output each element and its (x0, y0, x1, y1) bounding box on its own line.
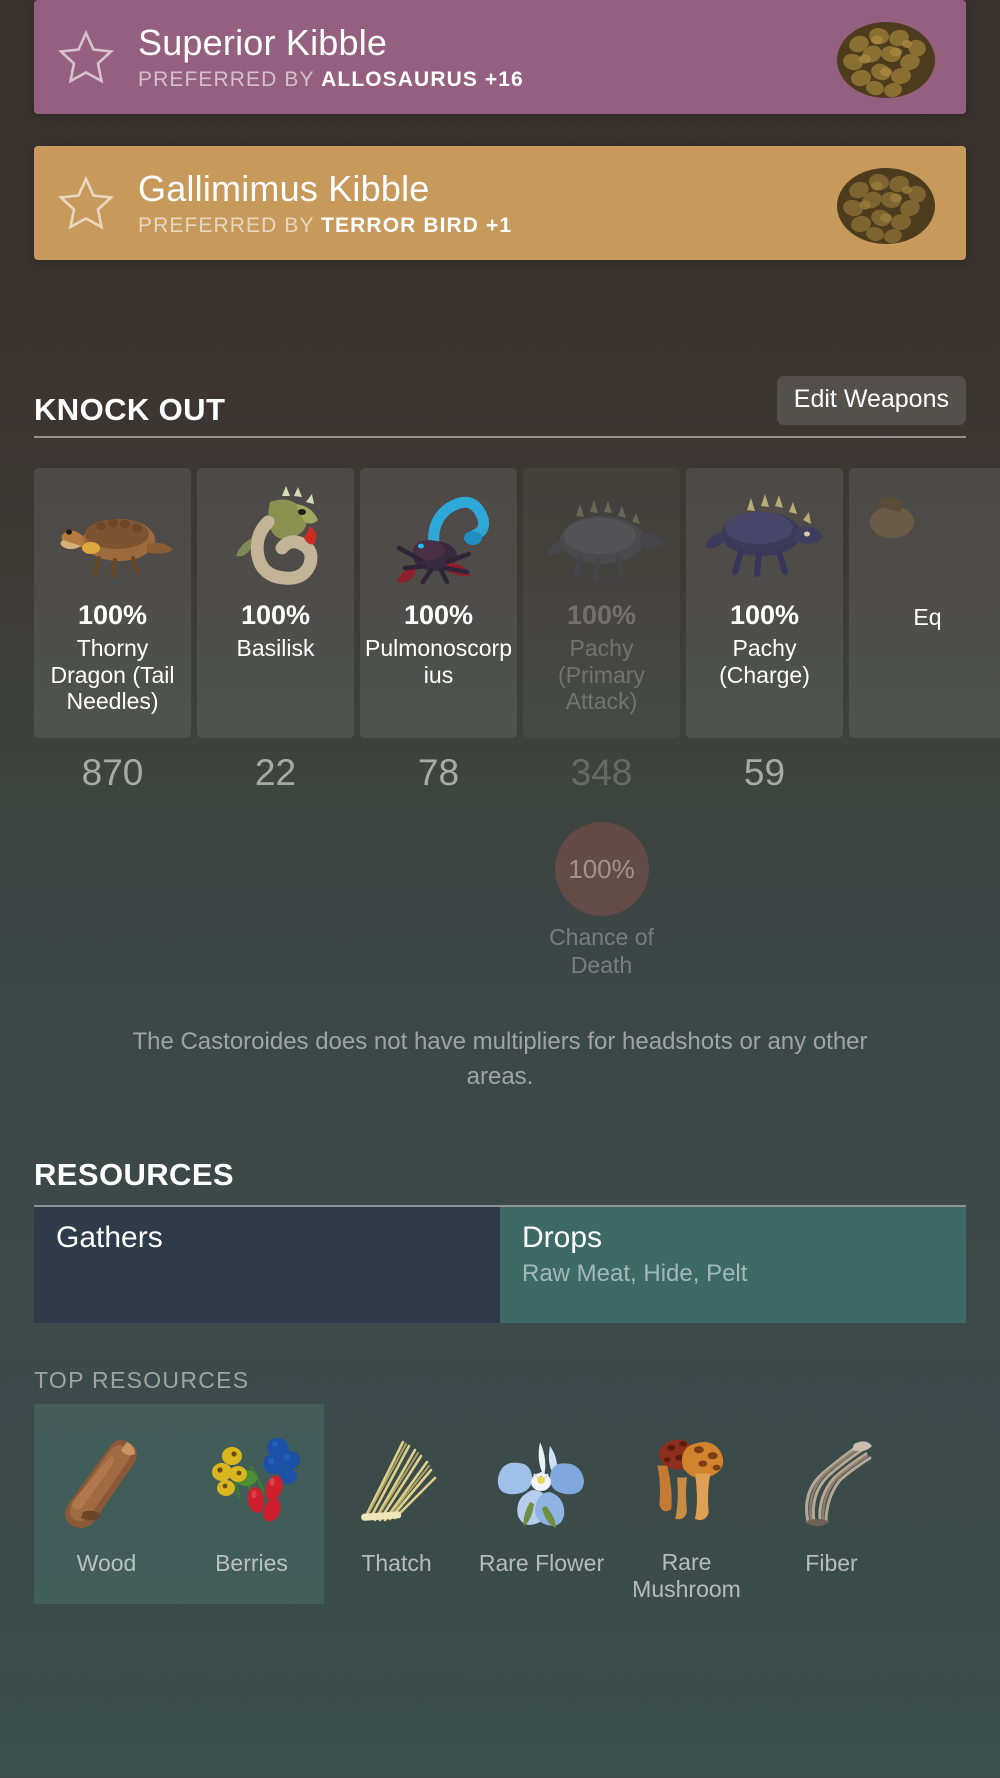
knockout-card[interactable]: 100% Pachy (Charge) (686, 468, 843, 738)
chance-of-death-slot: 100% Chance of Death (523, 822, 680, 979)
top-resource-name: Berries (215, 1549, 288, 1576)
tab-drops-items: Raw Meat, Hide, Pelt (522, 1259, 748, 1287)
tab-gathers[interactable]: Gathers (34, 1206, 500, 1323)
kibble-thumbnail (806, 160, 966, 246)
top-resource-item[interactable]: Rare Mushroom (614, 1404, 759, 1604)
chance-of-death-badge: 100% (554, 822, 649, 916)
knockout-count: 59 (743, 752, 786, 793)
favorite-toggle[interactable] (34, 175, 138, 231)
tab-drops[interactable]: Drops Raw Meat, Hide, Pelt (500, 1206, 966, 1323)
knockout-count: 870 (81, 752, 144, 793)
page-title: KNOCK OUT (34, 392, 226, 427)
knockout-card[interactable]: 100% Pachy (Primary Attack) (523, 468, 680, 738)
knockout-percent: 100% (729, 600, 800, 630)
star-outline-icon (57, 29, 115, 85)
knockout-header: KNOCK OUT Edit Weapons (34, 376, 966, 438)
basilisk-icon (235, 486, 318, 585)
death-slot-empty (849, 822, 1000, 979)
knockout-count-row: 870 22 78 348 59 (34, 752, 1000, 794)
knockout-name: Pachy (Primary Attack) (558, 635, 645, 715)
knockout-name: Pulmonoscorpius (364, 635, 513, 688)
top-resource-item[interactable]: Berries (179, 1403, 324, 1604)
preferred-by: TERROR BIRD +1 (321, 214, 513, 238)
top-resources-block: TOP RESOURCES Wood Berries Thatch Rare F… (34, 1367, 966, 1604)
knockout-count (849, 752, 1000, 794)
kibble-title: Gallimimus Kibble (138, 167, 430, 209)
knockout-count: 78 (417, 752, 460, 793)
chance-of-death-label: Chance of Death (549, 924, 654, 978)
berries-icon (211, 1437, 300, 1522)
tab-gathers-label: Gathers (56, 1220, 163, 1254)
equus-icon (869, 497, 914, 538)
edit-weapons-button[interactable]: Edit Weapons (776, 376, 966, 425)
kibble-icon (837, 22, 935, 98)
kibble-title: Superior Kibble (138, 21, 388, 63)
kibble-thumbnail (806, 14, 966, 100)
knockout-name: Thorny Dragon (Tail Needles) (50, 635, 175, 715)
resources-tabs[interactable]: Gathers Drops Raw Meat, Hide, Pelt (34, 1204, 966, 1323)
kibble-preferred-line: PREFERRED BY ALLOSAURUS +16 (138, 68, 806, 91)
knockout-name: Pachy (Charge) (719, 635, 810, 688)
death-slot-empty (34, 822, 191, 979)
preferred-prefix: PREFERRED BY (138, 68, 315, 92)
resources-section: RESOURCES Gathers Drops Raw Meat, Hide, … (0, 1157, 1000, 1604)
knockout-count: 348 (570, 752, 633, 793)
resources-title: RESOURCES (34, 1156, 234, 1192)
death-slot-empty (686, 822, 843, 979)
pulmonoscorpius-icon (396, 496, 489, 585)
knockout-card[interactable]: Eq (849, 468, 1000, 738)
pachy-charge-icon (704, 494, 823, 577)
kibble-card-list: Superior Kibble PREFERRED BY ALLOSAURUS … (0, 0, 1000, 260)
knockout-percent: 100% (77, 600, 148, 630)
knockout-card[interactable]: 100% Basilisk (197, 468, 354, 738)
knockout-card[interactable]: 100% Thorny Dragon (Tail Needles) (34, 468, 191, 738)
kibble-icon (837, 168, 935, 244)
knockout-section: KNOCK OUT Edit Weapons 100% Thorny Drago… (0, 376, 1000, 1095)
kibble-card-superior[interactable]: Superior Kibble PREFERRED BY ALLOSAURUS … (34, 0, 966, 114)
kibble-card-gallimimus[interactable]: Gallimimus Kibble PREFERRED BY TERROR BI… (34, 146, 966, 260)
knockout-name: Eq (913, 604, 942, 630)
pachy-icon (545, 500, 664, 580)
knockout-carousel[interactable]: 100% Thorny Dragon (Tail Needles) 100% B… (34, 468, 1000, 979)
star-outline-icon (57, 175, 115, 231)
thatch-icon (360, 1440, 436, 1522)
top-resource-item[interactable]: Fiber (759, 1404, 904, 1604)
knockout-percent: 100% (240, 600, 311, 630)
kibble-text-block: Superior Kibble PREFERRED BY ALLOSAURUS … (138, 23, 806, 92)
death-slot-empty (360, 822, 517, 979)
wood-log-icon (64, 1439, 137, 1528)
favorite-toggle[interactable] (34, 29, 138, 85)
top-resource-name: Fiber (805, 1549, 858, 1576)
top-resource-item[interactable]: Rare Flower (469, 1404, 614, 1604)
top-resource-name: Rare Mushroom (632, 1548, 741, 1603)
top-resources-label: TOP RESOURCES (34, 1366, 250, 1393)
top-resource-item[interactable]: Thatch (324, 1404, 469, 1604)
preferred-by: ALLOSAURUS +16 (321, 68, 524, 92)
top-resource-name: Rare Flower (478, 1549, 605, 1576)
knockout-card[interactable]: 100% Pulmonoscorpius (360, 468, 517, 738)
knockout-percent: 100% (566, 600, 637, 630)
knockout-percent: 100% (403, 600, 474, 630)
top-resource-item[interactable]: Wood (34, 1403, 179, 1604)
chance-of-death-row: 100% Chance of Death (34, 822, 1000, 979)
preferred-prefix: PREFERRED BY (138, 214, 315, 238)
top-resource-name: Wood (76, 1549, 137, 1576)
kibble-preferred-line: PREFERRED BY TERROR BIRD +1 (138, 214, 806, 237)
thorny-dragon-icon (59, 519, 173, 577)
knockout-card-strip[interactable]: 100% Thorny Dragon (Tail Needles) 100% B… (34, 468, 1000, 738)
rare-flower-icon (497, 1441, 584, 1528)
knockout-count: 22 (254, 752, 297, 793)
knockout-name: Basilisk (236, 635, 315, 661)
top-resource-name: Thatch (361, 1549, 432, 1576)
death-slot-empty (197, 822, 354, 979)
top-resources-strip[interactable]: Wood Berries Thatch Rare Flower Rare Mus… (34, 1403, 1000, 1604)
rare-mushroom-icon (656, 1439, 723, 1520)
knockout-note: The Castoroides does not have multiplier… (132, 1028, 868, 1090)
kibble-text-block: Gallimimus Kibble PREFERRED BY TERROR BI… (138, 169, 806, 238)
tab-drops-label: Drops (522, 1220, 603, 1254)
fiber-icon (803, 1441, 872, 1526)
